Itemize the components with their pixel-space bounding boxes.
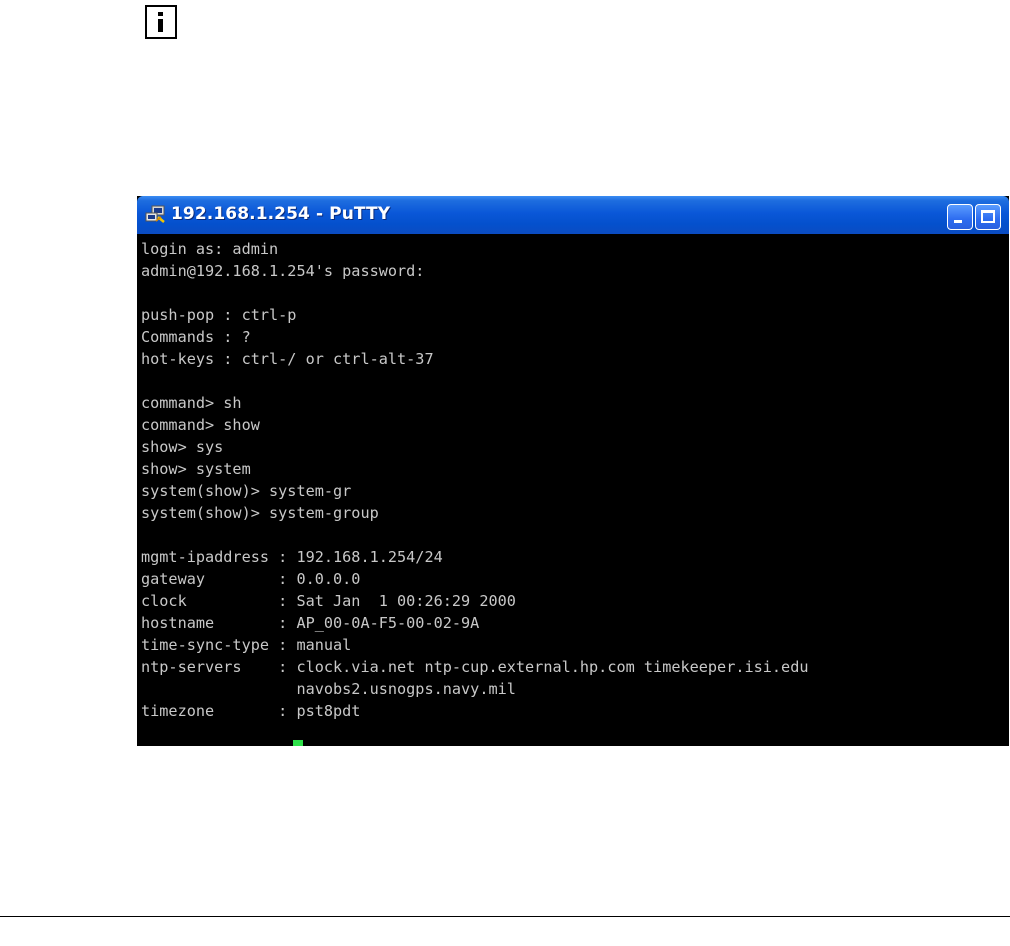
terminal-line: command> show bbox=[141, 416, 260, 434]
terminal-line: timezone : pst8pdt bbox=[141, 702, 361, 720]
minimize-button[interactable] bbox=[947, 204, 973, 230]
terminal-line: gateway : 0.0.0.0 bbox=[141, 570, 361, 588]
window-title: 192.168.1.254 - PuTTY bbox=[171, 204, 391, 224]
terminal-line: system(show)> system-group bbox=[141, 504, 379, 522]
page-divider bbox=[0, 916, 1010, 917]
terminal-line: navobs2.usnogps.navy.mil bbox=[141, 680, 516, 698]
terminal-cursor bbox=[293, 740, 303, 746]
terminal-line: ntp-servers : clock.via.net ntp-cup.exte… bbox=[141, 658, 809, 676]
terminal-line: Commands : ? bbox=[141, 328, 251, 346]
terminal-line: command> sh bbox=[141, 394, 242, 412]
terminal-line: clock : Sat Jan 1 00:26:29 2000 bbox=[141, 592, 516, 610]
putty-icon[interactable] bbox=[145, 205, 167, 225]
terminal-line: push-pop : ctrl-p bbox=[141, 306, 297, 324]
terminal-line: login as: admin bbox=[141, 240, 279, 258]
terminal-line: hot-keys : ctrl-/ or ctrl-alt-37 bbox=[141, 350, 434, 368]
terminal-line: mgmt-ipaddress : 192.168.1.254/24 bbox=[141, 548, 443, 566]
terminal-line: show> system bbox=[141, 460, 251, 478]
terminal-line: show> sys bbox=[141, 438, 224, 456]
title-bar[interactable]: 192.168.1.254 - PuTTY bbox=[137, 196, 1009, 234]
putty-window[interactable]: 192.168.1.254 - PuTTY login as: admin ad… bbox=[137, 196, 1009, 746]
terminal-output[interactable]: login as: admin admin@192.168.1.254's pa… bbox=[137, 236, 1009, 746]
terminal-line: hostname : AP_00-0A-F5-00-02-9A bbox=[141, 614, 480, 632]
terminal-line: time-sync-type : manual bbox=[141, 636, 352, 654]
terminal-line: system(show)> system-gr bbox=[141, 482, 352, 500]
maximize-button[interactable] bbox=[975, 204, 1001, 230]
info-icon bbox=[145, 5, 177, 39]
terminal-line: admin@192.168.1.254's password: bbox=[141, 262, 425, 280]
